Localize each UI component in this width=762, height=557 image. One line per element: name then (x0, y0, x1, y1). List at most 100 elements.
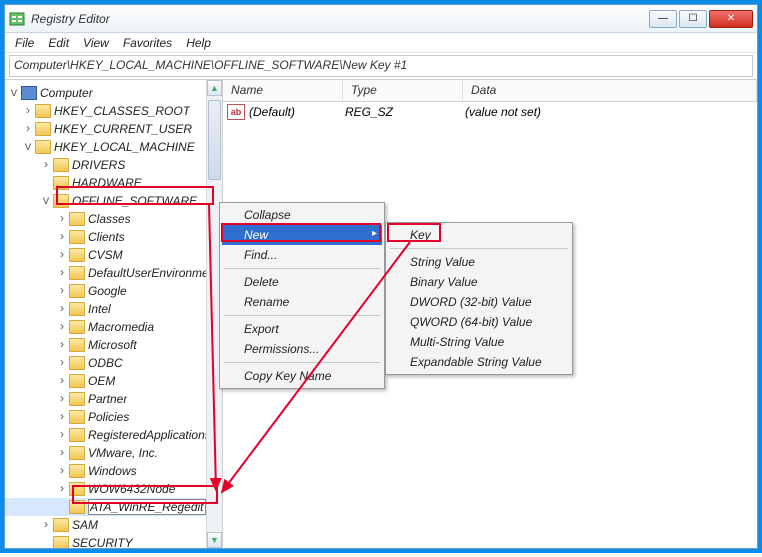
tree-hkcr[interactable]: ›HKEY_CLASSES_ROOT (5, 102, 222, 120)
tree-item[interactable]: ›WOW6432Node (5, 480, 222, 498)
window-title: Registry Editor (31, 12, 649, 26)
ctx-new-string[interactable]: String Value (388, 252, 570, 272)
scroll-down-button[interactable]: ▼ (207, 532, 222, 548)
expand-icon[interactable]: › (55, 284, 69, 298)
tree-new-key-editing[interactable]: ATA_WinRE_Regedit (5, 498, 222, 516)
folder-icon (69, 500, 85, 514)
ctx-new-qword[interactable]: QWORD (64-bit) Value (388, 312, 570, 332)
close-button[interactable]: ✕ (709, 10, 753, 28)
ctx-collapse[interactable]: Collapse (222, 205, 382, 225)
expand-icon[interactable]: › (55, 266, 69, 280)
folder-icon (53, 536, 69, 548)
ctx-new-binary[interactable]: Binary Value (388, 272, 570, 292)
computer-icon (21, 86, 37, 100)
minimize-button[interactable]: — (649, 10, 677, 28)
expand-icon[interactable]: › (55, 428, 69, 442)
string-value-icon: ab (227, 104, 245, 120)
expand-icon[interactable]: › (55, 248, 69, 262)
tree-item[interactable]: ›Classes (5, 210, 222, 228)
folder-icon (69, 428, 85, 442)
context-menu-key: Collapse New Find... Delete Rename Expor… (219, 202, 385, 389)
expand-icon[interactable]: › (39, 158, 53, 172)
tree-item[interactable]: ›CVSM (5, 246, 222, 264)
tree-hkcu[interactable]: ›HKEY_CURRENT_USER (5, 120, 222, 138)
ctx-new-dword[interactable]: DWORD (32-bit) Value (388, 292, 570, 312)
collapse-icon[interactable]: v (39, 194, 53, 208)
titlebar[interactable]: Registry Editor — ☐ ✕ (5, 5, 757, 33)
ctx-new[interactable]: New (222, 225, 382, 245)
separator (224, 315, 380, 316)
expand-icon[interactable]: › (39, 518, 53, 532)
menu-file[interactable]: File (9, 34, 40, 52)
folder-icon (53, 194, 69, 208)
expand-icon[interactable]: › (55, 446, 69, 460)
tree-drivers[interactable]: ›DRIVERS (5, 156, 222, 174)
expand-icon[interactable]: › (55, 320, 69, 334)
collapse-icon[interactable]: v (7, 86, 21, 100)
maximize-button[interactable]: ☐ (679, 10, 707, 28)
tree-item[interactable]: ›Google (5, 282, 222, 300)
folder-icon (69, 212, 85, 226)
tree-item[interactable]: ›Clients (5, 228, 222, 246)
separator (390, 248, 568, 249)
expand-icon[interactable]: › (21, 104, 35, 118)
expand-icon[interactable]: › (55, 338, 69, 352)
expand-icon[interactable]: › (21, 122, 35, 136)
tree-item[interactable]: ›Intel (5, 300, 222, 318)
tree-item[interactable]: ›Microsoft (5, 336, 222, 354)
folder-icon (69, 410, 85, 424)
tree-item[interactable]: ›Windows (5, 462, 222, 480)
tree-item[interactable]: ›ODBC (5, 354, 222, 372)
ctx-find[interactable]: Find... (222, 245, 382, 265)
column-name[interactable]: Name (223, 80, 343, 101)
column-data[interactable]: Data (463, 80, 757, 101)
tree-hklm[interactable]: vHKEY_LOCAL_MACHINE (5, 138, 222, 156)
scroll-up-button[interactable]: ▲ (207, 80, 222, 96)
folder-icon (69, 482, 85, 496)
menu-edit[interactable]: Edit (42, 34, 75, 52)
ctx-permissions[interactable]: Permissions... (222, 339, 382, 359)
tree-item[interactable]: ›Partner (5, 390, 222, 408)
ctx-new-key[interactable]: Key (388, 225, 570, 245)
expand-icon[interactable]: › (55, 482, 69, 496)
regedit-icon (9, 11, 25, 27)
rename-input[interactable]: ATA_WinRE_Regedit (88, 499, 206, 515)
ctx-delete[interactable]: Delete (222, 272, 382, 292)
address-bar[interactable]: Computer\HKEY_LOCAL_MACHINE\OFFLINE_SOFT… (9, 55, 753, 77)
tree-security[interactable]: SECURITY (5, 534, 222, 548)
ctx-new-multi-string[interactable]: Multi-String Value (388, 332, 570, 352)
tree-item[interactable]: ›Macromedia (5, 318, 222, 336)
expand-icon[interactable]: › (55, 374, 69, 388)
ctx-export[interactable]: Export (222, 319, 382, 339)
tree-computer[interactable]: vComputer (5, 84, 222, 102)
menu-favorites[interactable]: Favorites (117, 34, 178, 52)
tree-item[interactable]: ›VMware, Inc. (5, 444, 222, 462)
expand-icon[interactable]: › (55, 302, 69, 316)
expand-icon[interactable]: › (55, 410, 69, 424)
scroll-thumb[interactable] (208, 100, 221, 180)
tree-hardware[interactable]: HARDWARE (5, 174, 222, 192)
expand-icon[interactable]: › (55, 392, 69, 406)
menu-view[interactable]: View (77, 34, 115, 52)
menu-help[interactable]: Help (180, 34, 217, 52)
folder-icon (69, 320, 85, 334)
collapse-icon[interactable]: v (21, 140, 35, 154)
expand-icon[interactable]: › (55, 464, 69, 478)
expand-icon[interactable]: › (55, 356, 69, 370)
tree-item[interactable]: ›DefaultUserEnvironment (5, 264, 222, 282)
values-header: Name Type Data (223, 80, 757, 102)
tree-item[interactable]: ›Policies (5, 408, 222, 426)
folder-icon (69, 302, 85, 316)
tree-item[interactable]: ›OEM (5, 372, 222, 390)
value-row-default[interactable]: ab (Default) REG_SZ (value not set) (223, 102, 757, 122)
tree-item[interactable]: ›RegisteredApplications (5, 426, 222, 444)
folder-icon (69, 248, 85, 262)
tree-offline-software[interactable]: vOFFLINE_SOFTWARE (5, 192, 222, 210)
tree-sam[interactable]: ›SAM (5, 516, 222, 534)
column-type[interactable]: Type (343, 80, 463, 101)
expand-icon[interactable]: › (55, 212, 69, 226)
expand-icon[interactable]: › (55, 230, 69, 244)
ctx-new-expandable-string[interactable]: Expandable String Value (388, 352, 570, 372)
ctx-rename[interactable]: Rename (222, 292, 382, 312)
ctx-copy-key-name[interactable]: Copy Key Name (222, 366, 382, 386)
